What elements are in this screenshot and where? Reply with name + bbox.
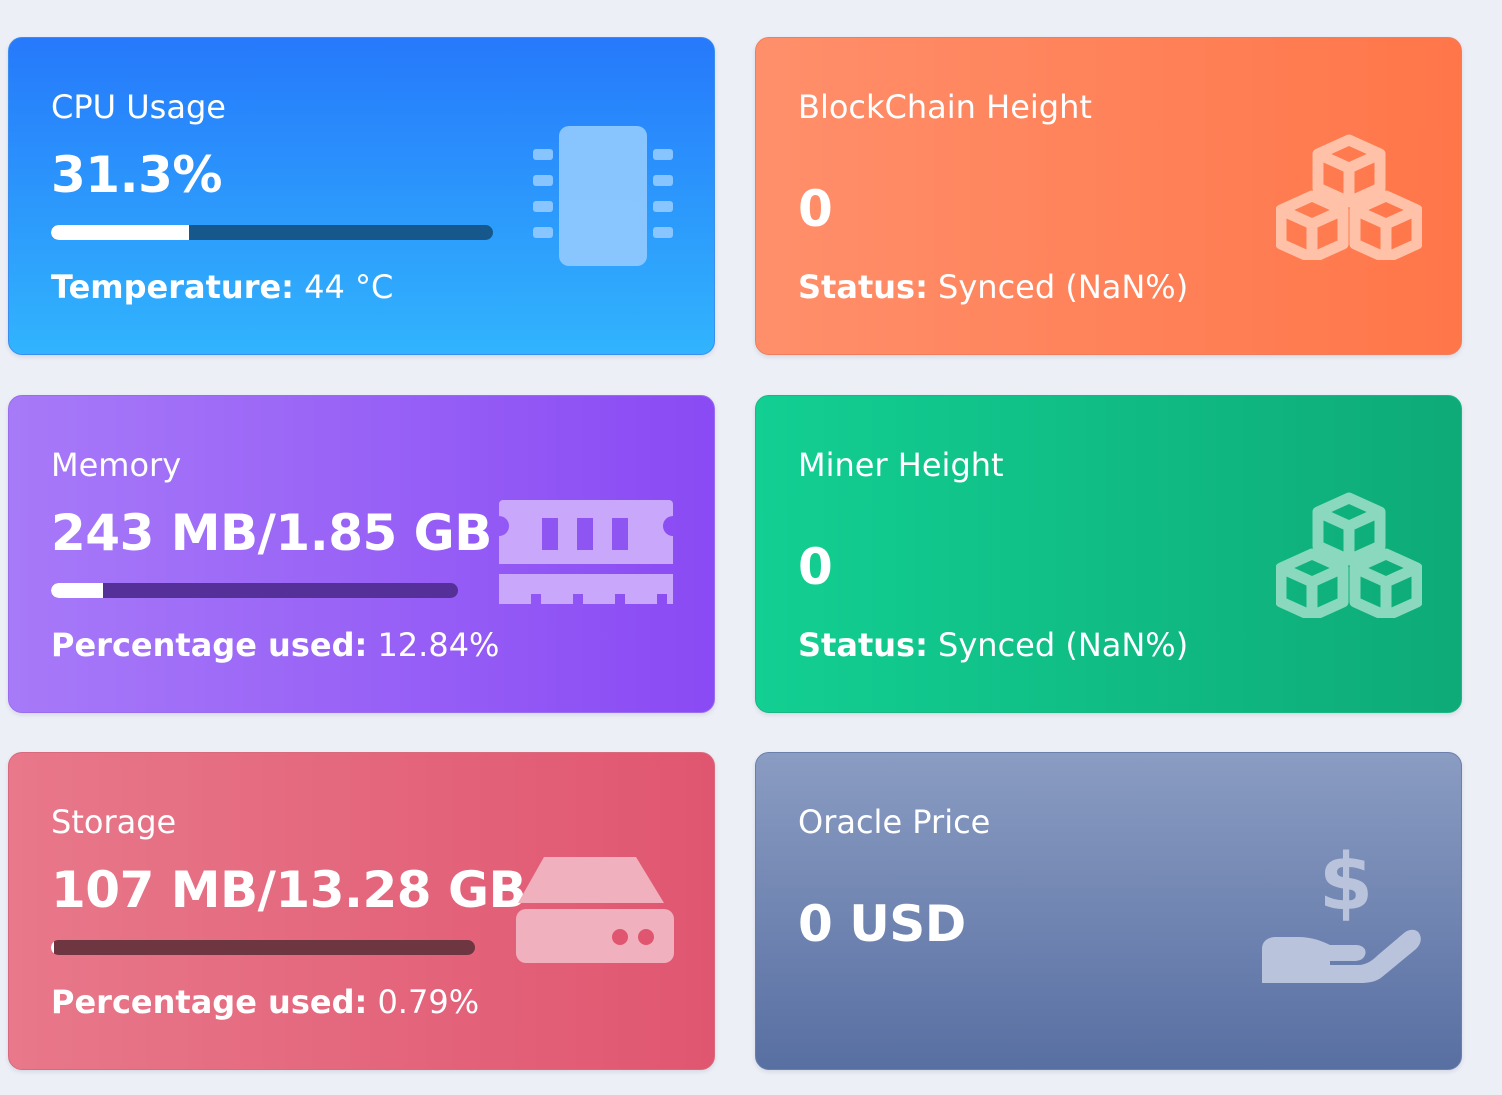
- memory-percentage-label: Percentage used:: [51, 626, 368, 664]
- blockchain-status-label: Status:: [798, 268, 928, 306]
- cpu-usage-card: CPU Usage 31.3% Temperature: 44 °C: [8, 37, 715, 355]
- blockchain-status: Status: Synced (NaN%): [798, 268, 1188, 306]
- miner-height-value: 0: [798, 538, 833, 596]
- memory-percentage-value: 12.84%: [367, 626, 500, 664]
- miner-status-value: Synced (NaN%): [927, 626, 1189, 664]
- miner-height-title: Miner Height: [798, 446, 1004, 484]
- cpu-usage-title: CPU Usage: [51, 88, 226, 126]
- memory-card: Memory 243 MB/1.85 GB Percentage used: 1…: [8, 395, 715, 713]
- storage-title: Storage: [51, 803, 177, 841]
- miner-status: Status: Synced (NaN%): [798, 626, 1188, 664]
- oracle-price-value: 0 USD: [798, 895, 966, 953]
- memory-title: Memory: [51, 446, 182, 484]
- blockchain-height-title: BlockChain Height: [798, 88, 1092, 126]
- memory-module-icon: [499, 500, 673, 604]
- svg-text:$: $: [1319, 838, 1373, 928]
- hand-dollar-icon: $: [1262, 838, 1421, 983]
- cpu-usage-progress-bar: [51, 225, 493, 240]
- memory-progress-fill: [51, 583, 104, 598]
- memory-progress-bar: [51, 583, 458, 598]
- storage-value: 107 MB/13.28 GB: [51, 861, 527, 919]
- storage-progress-bar: [51, 940, 475, 955]
- cubes-icon: [1276, 492, 1422, 618]
- blockchain-height-value: 0: [798, 180, 833, 238]
- storage-card: Storage 107 MB/13.28 GB Percentage used:…: [8, 752, 715, 1070]
- cpu-usage-value: 31.3%: [51, 146, 222, 204]
- storage-percentage-value: 0.79%: [367, 983, 480, 1021]
- miner-height-card: Miner Height 0 Status: Synced (NaN%): [755, 395, 1462, 713]
- cpu-usage-progress-fill: [51, 225, 190, 240]
- cpu-temperature-label: Temperature:: [51, 268, 294, 306]
- oracle-price-card: Oracle Price 0 USD $: [755, 752, 1462, 1070]
- cubes-icon: [1276, 134, 1422, 260]
- storage-percentage-label: Percentage used:: [51, 983, 368, 1021]
- cpu-chip-icon: [533, 126, 673, 266]
- memory-value: 243 MB/1.85 GB: [51, 504, 492, 562]
- oracle-price-title: Oracle Price: [798, 803, 991, 841]
- blockchain-status-value: Synced (NaN%): [927, 268, 1189, 306]
- storage-percentage: Percentage used: 0.79%: [51, 983, 479, 1021]
- storage-progress-fill: [51, 940, 55, 955]
- cpu-temperature: Temperature: 44 °C: [51, 268, 393, 306]
- miner-status-label: Status:: [798, 626, 928, 664]
- hard-drive-icon: [516, 857, 674, 963]
- memory-percentage: Percentage used: 12.84%: [51, 626, 499, 664]
- cpu-temperature-value: 44 °C: [293, 268, 394, 306]
- blockchain-height-card: BlockChain Height 0 Status: Synced (NaN%…: [755, 37, 1462, 355]
